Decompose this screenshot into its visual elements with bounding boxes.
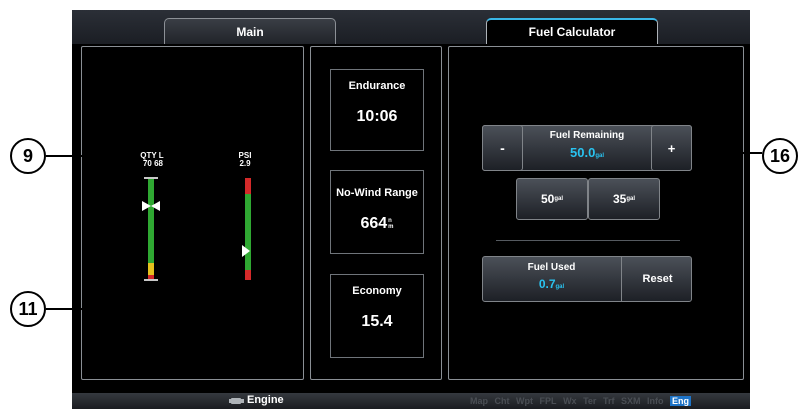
qty-gauge-bar bbox=[144, 177, 158, 281]
nav-wpt[interactable]: Wpt bbox=[516, 396, 533, 406]
display-screen: Main Fuel Calculator QTY L 70 68 PSI 2.9… bbox=[72, 10, 750, 409]
nav-fpl[interactable]: FPL bbox=[540, 396, 557, 406]
endurance-value: 10:06 bbox=[356, 108, 398, 125]
preset-1-unit: gal bbox=[554, 196, 564, 202]
fuel-used-value-wrap: 0.7gal bbox=[482, 277, 621, 291]
nav-map[interactable]: Map bbox=[470, 396, 488, 406]
reset-button[interactable]: Reset bbox=[623, 256, 692, 302]
callout-9-leader bbox=[46, 155, 136, 157]
nav-ter[interactable]: Ter bbox=[583, 396, 596, 406]
page-name: Engine bbox=[247, 394, 284, 406]
nav-trf[interactable]: Trf bbox=[603, 396, 615, 406]
preset-fuel-button-2[interactable]: 35 gal bbox=[588, 178, 660, 220]
endurance-label: Endurance bbox=[348, 80, 406, 92]
economy-label: Economy bbox=[352, 285, 402, 297]
economy-value: 15.4 bbox=[361, 313, 393, 330]
preset-fuel-button-1[interactable]: 50 gal bbox=[516, 178, 588, 220]
fuel-remaining-value-wrap: 50.0gal bbox=[523, 145, 651, 160]
callout-9: 9 bbox=[10, 138, 46, 174]
callout-11: 11 bbox=[10, 291, 46, 327]
fuel-remaining-unit: gal bbox=[595, 153, 604, 159]
callout-11-leader-v bbox=[247, 282, 249, 310]
range-unit: nm bbox=[388, 218, 393, 230]
page-navigation-bar: Engine Map Cht Wpt FPL Wx Ter Trf SXM In… bbox=[72, 393, 750, 409]
nav-sxm[interactable]: SXM bbox=[621, 396, 641, 406]
preset-1-value: 50 bbox=[540, 192, 555, 206]
endurance-box: Endurance 10:06 bbox=[330, 69, 424, 151]
fuel-remaining-display: Fuel Remaining 50.0gal bbox=[523, 125, 651, 171]
page-selector: Map Cht Wpt FPL Wx Ter Trf SXM Info Eng bbox=[470, 396, 692, 406]
fuel-used-value: 0.7 bbox=[538, 277, 556, 291]
psi-gauge-bar bbox=[245, 178, 251, 280]
range-unit-bottom: m bbox=[388, 223, 394, 230]
engine-icon bbox=[229, 398, 244, 404]
callout-16: 16 bbox=[762, 138, 798, 174]
range-value-wrap: 664 n m bbox=[331, 215, 423, 233]
fuel-used-display: Fuel Used 0.7gal bbox=[482, 256, 622, 302]
range-value: 664 bbox=[360, 215, 388, 232]
callout-11-leader-h bbox=[46, 308, 249, 310]
fuel-used-label: Fuel Used bbox=[527, 262, 576, 273]
nav-eng[interactable]: Eng bbox=[670, 396, 692, 406]
range-box: No-Wind Range 664 n m bbox=[330, 170, 424, 254]
preset-2-unit: gal bbox=[626, 196, 636, 202]
economy-box: Economy 15.4 bbox=[330, 274, 424, 358]
decrease-fuel-button[interactable]: - bbox=[482, 125, 523, 171]
fuel-remaining-label: Fuel Remaining bbox=[549, 130, 625, 141]
increase-fuel-button[interactable]: + bbox=[651, 125, 692, 171]
range-label: No-Wind Range bbox=[336, 187, 418, 199]
fuel-used-unit: gal bbox=[555, 284, 565, 290]
callout-16-leader bbox=[697, 152, 762, 154]
preset-2-value: 35 bbox=[612, 192, 627, 206]
fuel-remaining-value: 50.0 bbox=[570, 145, 596, 160]
divider bbox=[496, 240, 680, 241]
nav-info[interactable]: Info bbox=[647, 396, 664, 406]
nav-wx[interactable]: Wx bbox=[563, 396, 577, 406]
nav-cht[interactable]: Cht bbox=[495, 396, 510, 406]
